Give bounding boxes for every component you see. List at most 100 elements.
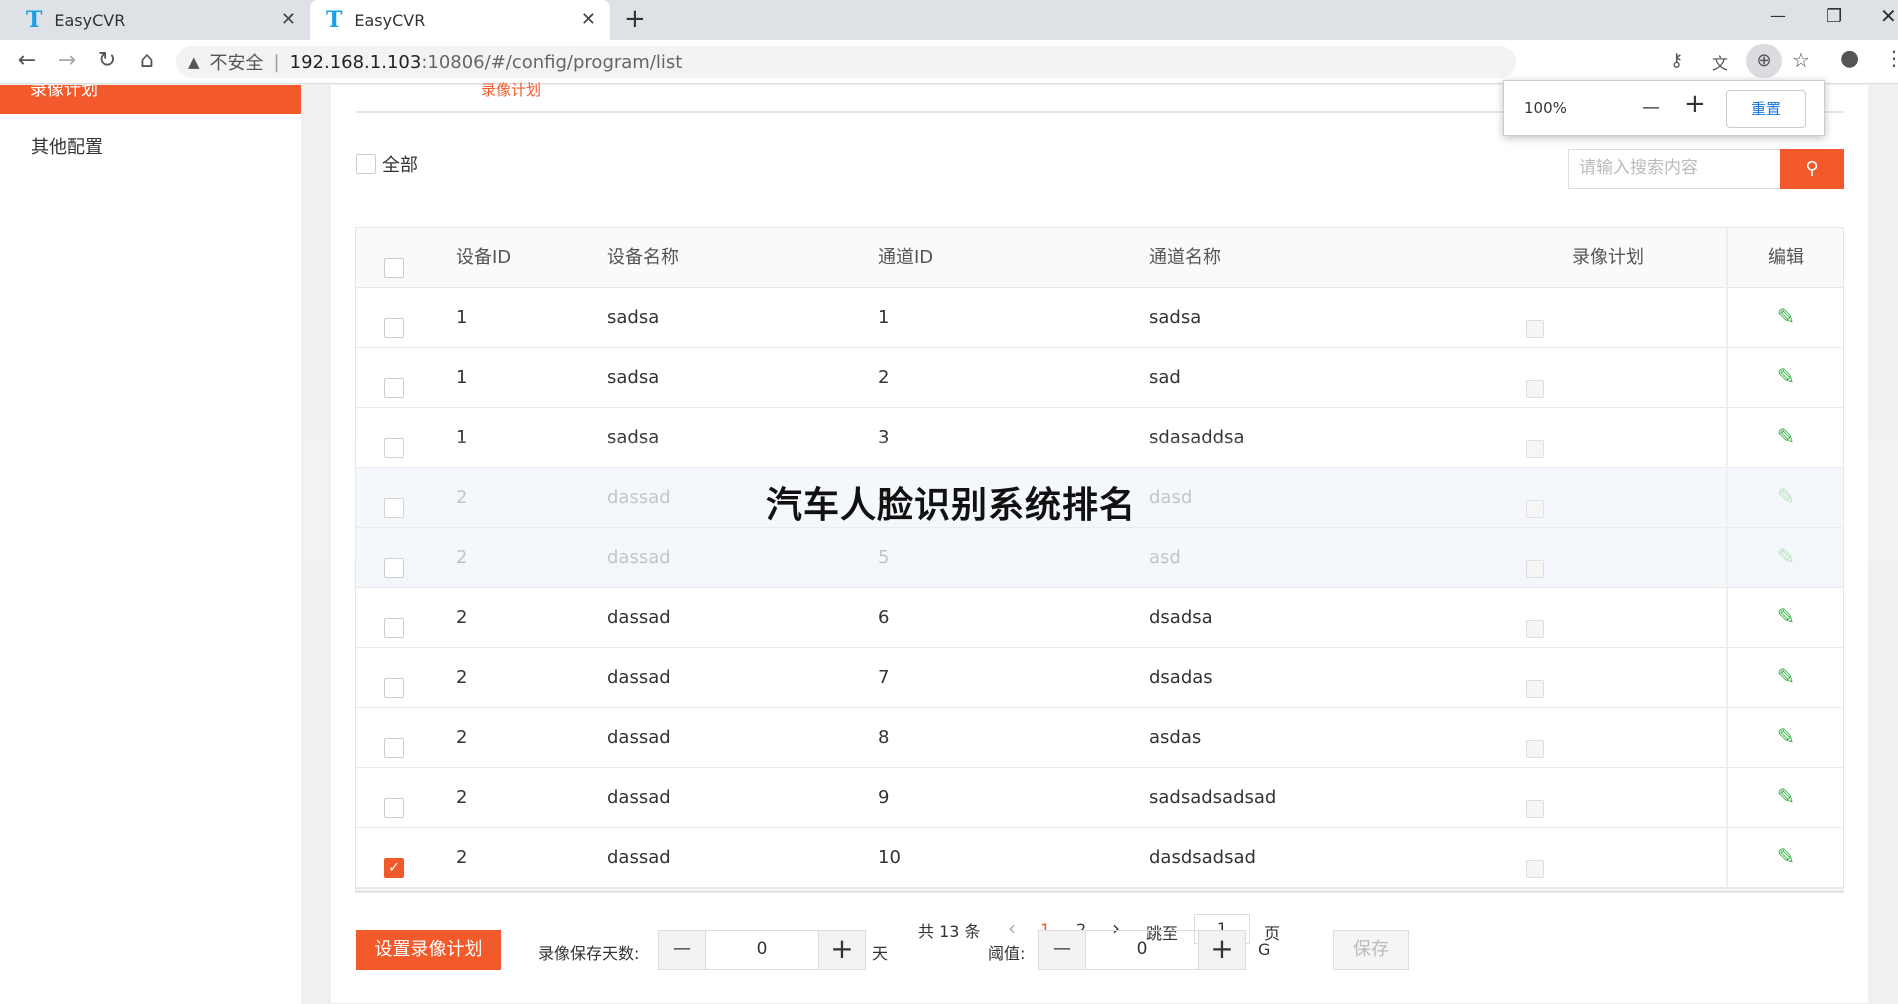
threshold-increase-button[interactable]: + <box>1199 931 1245 969</box>
cell-device-name: sadsa <box>607 367 660 388</box>
key-icon[interactable]: ⚷ <box>1670 50 1683 71</box>
minimize-button[interactable]: — <box>1770 6 1786 25</box>
row-checkbox[interactable] <box>384 438 404 458</box>
reload-icon[interactable]: ↻ <box>92 48 122 73</box>
retention-increase-button[interactable]: + <box>819 931 865 969</box>
edit-icon[interactable]: ✎ <box>1777 365 1795 390</box>
cell-channel-id: 6 <box>878 607 890 628</box>
profile-avatar-icon[interactable]: ● <box>1840 46 1859 71</box>
easycvr-logo-icon: T <box>26 7 43 33</box>
edit-icon[interactable]: ✎ <box>1777 305 1795 330</box>
set-record-plan-button[interactable]: 设置录像计划 <box>356 930 501 970</box>
bookmark-star-icon[interactable]: ☆ <box>1792 48 1810 72</box>
main-panel: 录像计划 全部 ⚲ 设备ID 设备名称 通道ID 通道名称 录像计划 编辑 1 s… <box>331 81 1868 1003</box>
record-plan-checkbox[interactable] <box>1526 379 1544 398</box>
row-checkbox[interactable] <box>384 378 404 398</box>
close-tab-icon[interactable]: ✕ <box>281 9 296 30</box>
cell-channel-name: dasd <box>1149 487 1193 508</box>
select-all-label: 全部 <box>382 155 418 176</box>
edit-icon[interactable]: ✎ <box>1777 665 1795 690</box>
tab-record-plan[interactable]: 录像计划 <box>481 79 541 100</box>
select-all[interactable]: 全部 <box>356 151 418 177</box>
record-plan-checkbox[interactable] <box>1526 739 1544 758</box>
zoom-reset-button[interactable]: 重置 <box>1726 90 1806 128</box>
row-checkbox[interactable] <box>384 738 404 758</box>
edit-icon[interactable]: ✎ <box>1777 425 1795 450</box>
cell-device-name: sadsa <box>607 307 660 328</box>
cell-channel-name: sadsa <box>1149 307 1202 328</box>
url-field[interactable]: ▲ 不安全 | 192.168.1.103 :10806/#/config/pr… <box>176 46 1516 78</box>
forward-icon[interactable]: → <box>52 48 82 73</box>
cell-channel-id: 2 <box>878 367 890 388</box>
row-checkbox[interactable] <box>384 678 404 698</box>
record-plan-checkbox[interactable] <box>1526 439 1544 458</box>
zoom-percent: 100% <box>1524 99 1567 117</box>
edit-icon[interactable]: ✎ <box>1777 605 1795 630</box>
cell-device-id: 2 <box>456 847 468 868</box>
browser-tab-2[interactable]: T EasyCVR ✕ <box>310 0 610 40</box>
threshold-stepper: — 0 + <box>1038 930 1246 970</box>
home-icon[interactable]: ⌂ <box>132 48 162 73</box>
edit-icon[interactable]: ✎ <box>1777 785 1795 810</box>
restore-button[interactable]: ❐ <box>1826 6 1842 27</box>
search-input[interactable] <box>1569 150 1779 186</box>
close-tab-icon[interactable]: ✕ <box>581 9 596 30</box>
table-header: 设备ID 设备名称 通道ID 通道名称 录像计划 编辑 <box>356 228 1843 288</box>
edit-icon[interactable]: ✎ <box>1777 725 1795 750</box>
record-plan-checkbox[interactable] <box>1526 499 1544 518</box>
cell-device-name: dassad <box>607 847 671 868</box>
browser-tab-1[interactable]: T EasyCVR ✕ <box>10 0 310 40</box>
edit-icon[interactable]: ✎ <box>1777 545 1795 570</box>
record-plan-checkbox[interactable] <box>1526 559 1544 578</box>
threshold-input[interactable]: 0 <box>1085 931 1199 969</box>
search-box: ⚲ <box>1568 149 1844 189</box>
close-window-button[interactable]: ✕ <box>1880 4 1897 28</box>
translate-icon[interactable]: 文 <box>1712 50 1728 74</box>
retention-days-stepper: — 0 + <box>658 930 866 970</box>
header-checkbox[interactable] <box>384 258 404 278</box>
record-plan-checkbox[interactable] <box>1526 679 1544 698</box>
browser-tab-bar: T EasyCVR ✕ T EasyCVR ✕ + — ❐ ✕ <box>0 0 1898 40</box>
record-plan-checkbox[interactable] <box>1526 319 1544 338</box>
back-icon[interactable]: ← <box>12 48 42 73</box>
cell-device-id: 2 <box>456 607 468 628</box>
sidebar-item-other-config[interactable]: 其他配置 <box>31 133 103 159</box>
record-plan-checkbox[interactable] <box>1526 859 1544 878</box>
zoom-icon[interactable]: ⊕ <box>1746 44 1782 78</box>
tab-title: EasyCVR <box>354 10 426 30</box>
cell-channel-id: 10 <box>878 847 901 868</box>
zoom-in-button[interactable]: + <box>1684 89 1706 119</box>
cell-device-id: 1 <box>456 307 468 328</box>
row-checkbox[interactable] <box>384 798 404 818</box>
zoom-out-button[interactable]: — <box>1642 97 1660 118</box>
table-row: 1 sadsa 1 sadsa ✎ <box>356 288 1843 348</box>
menu-icon[interactable]: ⋮ <box>1884 46 1898 70</box>
row-checkbox[interactable] <box>384 318 404 338</box>
select-all-checkbox[interactable] <box>356 154 376 174</box>
cell-device-name: dassad <box>607 487 671 508</box>
cell-device-id: 1 <box>456 367 468 388</box>
row-checkbox[interactable] <box>384 558 404 578</box>
channel-table: 设备ID 设备名称 通道ID 通道名称 录像计划 编辑 1 sadsa 1 sadsa… <box>355 227 1844 889</box>
save-button[interactable]: 保存 <box>1333 930 1409 970</box>
record-plan-checkbox[interactable] <box>1526 799 1544 818</box>
sidebar-item-record-plan[interactable]: 录像计划 <box>0 85 301 114</box>
row-checkbox[interactable]: ✓ <box>384 858 404 878</box>
table-row: 1 sadsa 3 sdasaddsa ✎ <box>356 408 1843 468</box>
retention-days-input[interactable]: 0 <box>705 931 819 969</box>
threshold-decrease-button[interactable]: — <box>1039 931 1085 969</box>
record-plan-checkbox[interactable] <box>1526 619 1544 638</box>
row-checkbox[interactable] <box>384 498 404 518</box>
retention-days-unit: 天 <box>872 944 889 963</box>
cell-device-id: 2 <box>456 667 468 688</box>
row-checkbox[interactable] <box>384 618 404 638</box>
new-tab-button[interactable]: + <box>624 4 646 34</box>
edit-icon[interactable]: ✎ <box>1777 485 1795 510</box>
retention-decrease-button[interactable]: — <box>659 931 705 969</box>
pagination-prev[interactable]: ‹ <box>1008 916 1016 940</box>
cell-device-name: dassad <box>607 787 671 808</box>
url-host: 192.168.1.103 <box>289 51 422 73</box>
edit-icon[interactable]: ✎ <box>1777 845 1795 870</box>
search-button[interactable]: ⚲ <box>1780 149 1844 189</box>
zoom-popup: 100% — + 重置 <box>1503 80 1825 136</box>
